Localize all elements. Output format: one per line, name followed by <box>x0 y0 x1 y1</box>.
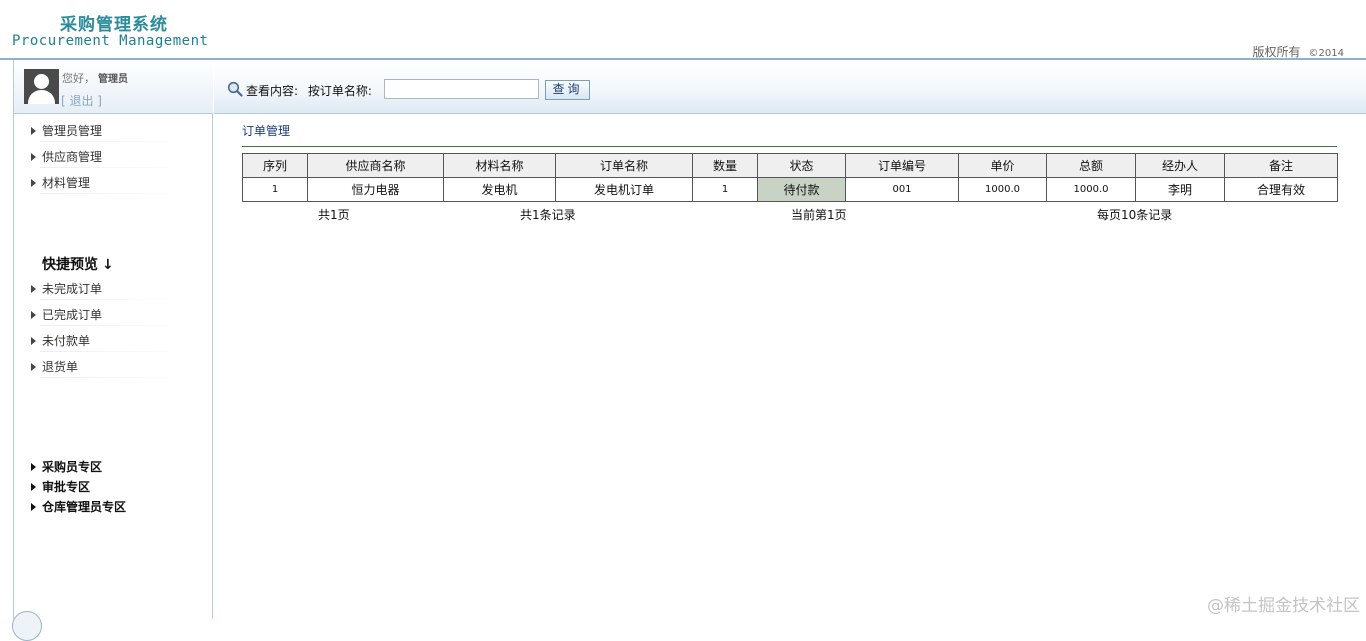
column-header: 订单编号 <box>845 153 959 178</box>
caret-right-icon <box>31 127 36 135</box>
copyright-label: 版权所有 <box>1252 45 1301 59</box>
sidebar-item-label: 供应商管理 <box>42 150 103 164</box>
cell-handler: 李明 <box>1135 177 1225 202</box>
title-divider <box>242 146 1337 147</box>
column-header: 经办人 <box>1135 153 1225 178</box>
sidebar-item-unfinished-orders[interactable]: 未完成订单 <box>14 280 213 306</box>
caret-right-icon <box>31 463 36 471</box>
sidebar-item-label: 审批专区 <box>42 480 91 494</box>
column-header: 单价 <box>958 153 1047 178</box>
cell-index: 1 <box>242 177 308 202</box>
search-icon <box>227 81 243 97</box>
caret-right-icon <box>31 503 36 511</box>
cell-material: 发电机 <box>443 177 556 202</box>
sidebar-item-label: 管理员管理 <box>42 124 103 138</box>
cell-quantity: 1 <box>692 177 758 202</box>
caret-right-icon <box>31 179 36 187</box>
column-header: 订单名称 <box>555 153 693 178</box>
pager-total-pages: 共1页 <box>318 208 350 222</box>
sidebar-item-material-management[interactable]: 材料管理 <box>14 174 213 200</box>
caret-right-icon <box>31 363 36 371</box>
caret-right-icon <box>31 483 36 491</box>
pager-per-page: 每页10条记录 <box>1097 208 1173 222</box>
column-header: 供应商名称 <box>307 153 444 178</box>
sidebar-item-label: 未付款单 <box>42 334 91 348</box>
greeting-text: 您好， <box>62 72 95 85</box>
caret-right-icon <box>31 153 36 161</box>
cell-order-number: 001 <box>845 177 959 202</box>
search-labels: 查看内容: 按订单名称: <box>246 82 372 99</box>
avatar <box>24 69 59 104</box>
column-header: 状态 <box>757 153 846 178</box>
table-row[interactable]: 1 恒力电器 发电机 发电机订单 1 待付款 001 1000.0 1000.0… <box>242 177 1338 202</box>
sidebar-item-supplier-management[interactable]: 供应商管理 <box>14 148 213 174</box>
sidebar-item-return-orders[interactable]: 退货单 <box>14 358 213 384</box>
cell-supplier: 恒力电器 <box>307 177 444 202</box>
user-panel: 您好， 管理员 [ 退出 ] <box>14 60 213 114</box>
sidebar-item-label: 仓库管理员专区 <box>42 500 127 514</box>
column-header: 材料名称 <box>443 153 556 178</box>
user-greeting: 您好， 管理员 <box>62 70 128 86</box>
column-header: 数量 <box>692 153 758 178</box>
corner-decoration <box>12 611 42 641</box>
order-name-label: 按订单名称: <box>307 84 372 98</box>
quick-preview-label: 快捷预览 <box>42 257 98 273</box>
query-button[interactable]: 查询 <box>545 80 590 100</box>
order-name-search-input[interactable] <box>384 79 539 99</box>
sidebar-item-warehouse-zone[interactable]: 仓库管理员专区 <box>14 500 213 520</box>
app-title-cn: 采购管理系统 <box>60 15 168 35</box>
sidebar-item-label: 已完成订单 <box>42 308 103 322</box>
column-header: 备注 <box>1224 153 1338 178</box>
cell-order-name: 发电机订单 <box>555 177 693 202</box>
sidebar: 您好， 管理员 [ 退出 ] 管理员管理 供应商管理 材料管理 快捷预览 ↓ 未完成… <box>13 60 213 619</box>
cell-remark: 合理有效 <box>1224 177 1338 202</box>
sidebar-main-nav: 管理员管理 供应商管理 材料管理 <box>14 122 213 200</box>
table-header-row: 序列 供应商名称 材料名称 订单名称 数量 状态 订单编号 单价 总额 经办人 … <box>242 153 1338 178</box>
sidebar-item-unpaid-orders[interactable]: 未付款单 <box>14 332 213 358</box>
sidebar-item-purchaser-zone[interactable]: 采购员专区 <box>14 460 213 480</box>
sidebar-item-label: 材料管理 <box>42 176 91 190</box>
caret-right-icon <box>31 337 36 345</box>
orders-table: 序列 供应商名称 材料名称 订单名称 数量 状态 订单编号 单价 总额 经办人 … <box>242 153 1338 202</box>
caret-right-icon <box>31 311 36 319</box>
sidebar-zone-nav: 采购员专区 审批专区 仓库管理员专区 <box>14 460 213 520</box>
sidebar-item-label: 采购员专区 <box>42 460 103 474</box>
sidebar-item-label: 退货单 <box>42 360 79 374</box>
page-title: 订单管理 <box>242 124 291 138</box>
logout-link[interactable]: [ 退出 ] <box>61 92 102 109</box>
sidebar-item-label: 未完成订单 <box>42 282 103 296</box>
caret-right-icon <box>31 285 36 293</box>
cell-unit-price: 1000.0 <box>958 177 1047 202</box>
pager-current-page: 当前第1页 <box>791 208 847 222</box>
view-content-label: 查看内容: <box>246 84 299 98</box>
watermark: @稀土掘金技术社区 <box>1207 596 1360 616</box>
status-badge: 待付款 <box>757 177 846 202</box>
sidebar-quick-nav: 未完成订单 已完成订单 未付款单 退货单 <box>14 280 213 384</box>
quick-preview-title: 快捷预览 ↓ <box>42 254 114 274</box>
pager-total-records: 共1条记录 <box>520 208 576 222</box>
sidebar-item-approval-zone[interactable]: 审批专区 <box>14 480 213 500</box>
column-header: 序列 <box>242 153 308 178</box>
cell-total: 1000.0 <box>1046 177 1136 202</box>
app-header: 采购管理系统 Procurement Management 版权所有 ©2014 <box>0 0 1366 60</box>
search-bar: 查看内容: 按订单名称: 查询 <box>214 60 1366 114</box>
column-header: 总额 <box>1046 153 1136 178</box>
app-title-en: Procurement Management <box>12 33 209 49</box>
arrow-down-icon: ↓ <box>102 257 114 273</box>
user-name: 管理员 <box>98 74 128 85</box>
sidebar-item-admin-management[interactable]: 管理员管理 <box>14 122 213 148</box>
sidebar-item-finished-orders[interactable]: 已完成订单 <box>14 306 213 332</box>
